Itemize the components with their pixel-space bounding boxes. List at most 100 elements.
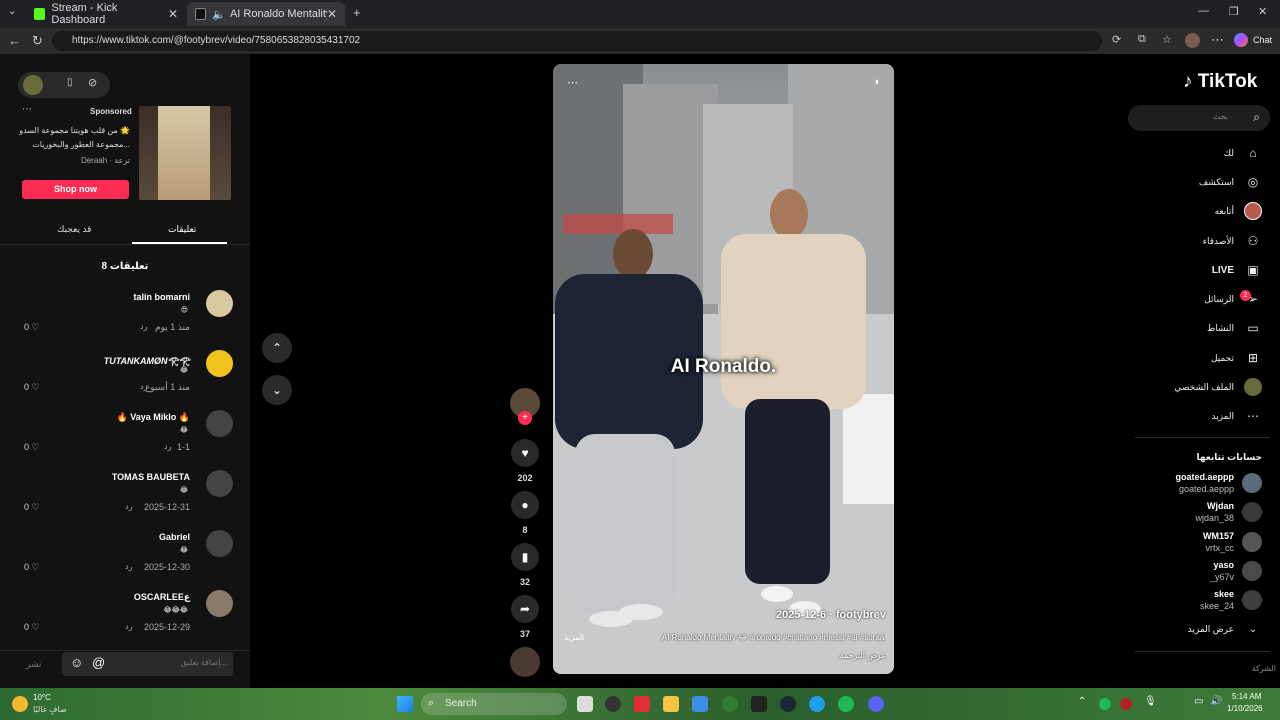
emoji-icon[interactable]: ☺	[70, 655, 83, 670]
show-more-button[interactable]: عرض المزيد ⌄	[1188, 619, 1262, 639]
user-avatar[interactable]	[23, 75, 43, 95]
like-count[interactable]: 0 ♡	[24, 442, 40, 453]
nav-item-profile[interactable]: الملف الشخصي	[1174, 377, 1262, 397]
comment-input[interactable]: ☺ @ إضافة تعليق...	[62, 652, 233, 676]
spotify-icon[interactable]	[838, 696, 854, 712]
like-count[interactable]: 0 ♡	[24, 322, 40, 333]
reply-button[interactable]: رد	[140, 382, 147, 391]
discord-icon[interactable]	[868, 696, 884, 712]
nav-item-activity[interactable]: النشاط ▭	[1207, 318, 1262, 338]
nav-item-messages[interactable]: الرسائل ➢	[1204, 289, 1262, 309]
url-field[interactable]: https://www.tiktok.com/@footybrev/video/…	[52, 31, 1102, 51]
previous-video-button[interactable]: ⌃	[262, 333, 292, 363]
weather-icon[interactable]	[12, 696, 28, 712]
like-button[interactable]: ♥	[511, 439, 539, 467]
reply-button[interactable]: رد	[125, 502, 132, 511]
spotify-tray-icon[interactable]	[1099, 698, 1111, 710]
weather-temp[interactable]: 10°C	[33, 693, 51, 702]
post-button[interactable]: نشر	[26, 659, 42, 670]
new-tab-icon[interactable]: +	[353, 5, 361, 20]
following-account[interactable]: WM157 vrtx_cc	[1203, 530, 1262, 554]
nav-item-live[interactable]: LIVE ▣	[1212, 260, 1262, 280]
more-icon[interactable]: ⋯	[1211, 32, 1224, 48]
avatar[interactable]	[206, 470, 233, 497]
reply-button[interactable]: رد	[125, 562, 132, 571]
tab-menu-icon[interactable]: ⌄	[8, 6, 16, 17]
windows-start-icon[interactable]	[397, 696, 413, 712]
like-count[interactable]: 0 ♡	[24, 382, 40, 393]
video-player[interactable]: ⋯ ◖ AI Ronaldo. 2025-12-6 · footybrev AI…	[553, 64, 894, 674]
epic-games-icon[interactable]	[751, 696, 767, 712]
reply-button[interactable]: رد	[164, 442, 171, 451]
avatar[interactable]	[206, 350, 233, 377]
like-count[interactable]: 0 ♡	[24, 562, 40, 573]
nav-item-explore[interactable]: استكشف ◎	[1199, 172, 1262, 192]
sound-disc[interactable]	[510, 647, 540, 677]
profile-avatar[interactable]	[1185, 33, 1200, 48]
following-account[interactable]: yaso _y67v	[1210, 559, 1262, 583]
nav-item-friends[interactable]: الأصدقاء ⚇	[1203, 231, 1262, 251]
comment-author[interactable]: OSCARLEEع	[134, 592, 190, 603]
nav-item-upload[interactable]: تحميل ⊞	[1211, 348, 1262, 368]
tab-comments[interactable]: تعليقات	[168, 224, 196, 235]
close-icon[interactable]: ✕	[168, 7, 178, 21]
comment-author[interactable]: 🔥 Vaya Miklo 🔥	[117, 412, 190, 423]
like-count[interactable]: 0 ♡	[24, 502, 40, 513]
comment-author[interactable]: TOMAS BAUBETA	[112, 472, 190, 482]
comment-author[interactable]: talin bomarni	[133, 292, 190, 302]
tiktok-logo[interactable]: ♪ TikTok	[1183, 71, 1257, 93]
tray-app-icon[interactable]	[1120, 698, 1132, 710]
favorites-icon[interactable]: ☆	[1162, 33, 1172, 46]
following-account[interactable]: goated.aeppp goated.aeppp	[1175, 471, 1262, 495]
store-icon[interactable]	[692, 696, 708, 712]
steam-icon[interactable]	[780, 696, 796, 712]
tray-chevron-icon[interactable]: ⌃	[1078, 696, 1086, 707]
translate-link[interactable]: عرض الترجمة	[840, 651, 886, 660]
ad-options-icon[interactable]: ⋯	[22, 104, 32, 115]
video-options-icon[interactable]: ⋯	[567, 76, 578, 89]
close-icon[interactable]: ✕	[327, 7, 337, 21]
clock-date[interactable]: 1/10/2026	[1227, 704, 1263, 713]
tab-tiktok-video[interactable]: 🔈 AI Ronaldo Mentality: Who's t ✕	[187, 2, 345, 26]
close-window-icon[interactable]: ✕	[1258, 5, 1267, 18]
tab-you-may-like[interactable]: قد يعجبك	[57, 224, 91, 235]
obs-icon[interactable]	[605, 696, 621, 712]
task-view-icon[interactable]	[577, 696, 593, 712]
shop-now-button[interactable]: Shop now	[22, 180, 129, 199]
nav-item-for-you[interactable]: لك ⌂	[1224, 143, 1262, 163]
chat-label[interactable]: Chat	[1253, 35, 1272, 45]
file-explorer-icon[interactable]	[663, 696, 679, 712]
ad-image[interactable]	[139, 106, 231, 200]
search-input[interactable]: بحث ⌕	[1128, 105, 1270, 131]
search-icon[interactable]: ⌕	[1253, 110, 1260, 125]
restore-icon[interactable]: ❐	[1229, 5, 1239, 18]
next-video-button[interactable]: ⌄	[262, 375, 292, 405]
reply-button[interactable]: رد	[125, 622, 132, 631]
phone-icon[interactable]: ▯	[67, 77, 73, 88]
reload-icon[interactable]: ↻	[32, 33, 43, 49]
copilot-icon[interactable]	[1234, 33, 1248, 47]
split-icon[interactable]: ⧉	[1138, 33, 1146, 46]
microphone-icon[interactable]: 🎙	[1144, 696, 1157, 707]
video-author-date[interactable]: 2025-12-6 · footybrev	[776, 609, 886, 621]
clock-time[interactable]: 5:14 AM	[1232, 692, 1261, 701]
taskbar-search[interactable]: ⌕ Search	[421, 693, 567, 715]
share-button[interactable]: ➦	[511, 595, 539, 623]
avatar[interactable]	[206, 530, 233, 557]
volume-icon[interactable]: 🔊	[1210, 696, 1222, 707]
network-icon[interactable]: ▭	[1194, 696, 1203, 707]
comment-button[interactable]: ●	[511, 491, 539, 519]
more-link[interactable]: المزيد	[564, 633, 584, 642]
extensions-icon[interactable]: ⟳	[1112, 33, 1121, 46]
nav-item-more[interactable]: المزيد ⋯	[1211, 406, 1262, 426]
reply-button[interactable]: رد	[140, 322, 147, 331]
xbox-icon[interactable]	[722, 696, 738, 712]
save-button[interactable]: ▮	[511, 543, 539, 571]
like-count[interactable]: 0 ♡	[24, 622, 40, 633]
edge-icon[interactable]	[809, 696, 825, 712]
comment-author[interactable]: Gabriel	[159, 532, 190, 542]
avatar[interactable]	[206, 590, 233, 617]
following-account[interactable]: skee skee_24	[1200, 588, 1262, 612]
weather-desc[interactable]: صافٍ غالبًا	[33, 705, 67, 714]
avatar[interactable]	[206, 290, 233, 317]
